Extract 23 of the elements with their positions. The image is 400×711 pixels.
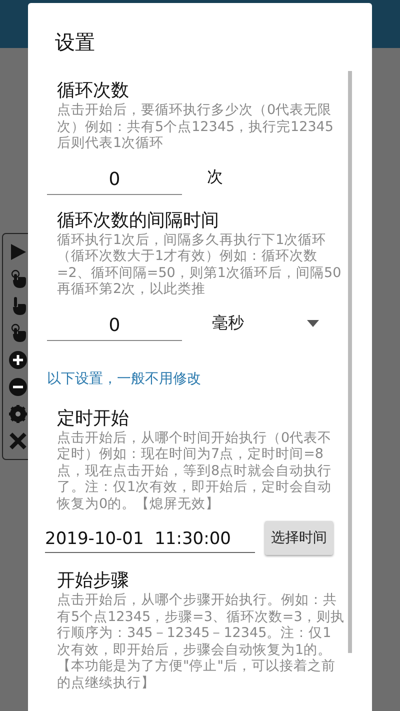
scrollbar[interactable]	[348, 71, 352, 653]
plus-icon[interactable]	[8, 350, 28, 370]
section-description: 循环执行1次后，间隔多久再执行下1次循环（循环次数大于1才有效）例如：循环次数=2、循环间隔=50，则第1次循环后，间隔50再循环第2次，以此类推	[57, 232, 342, 298]
interval-field[interactable]: 0	[47, 306, 182, 340]
caret-icon[interactable]	[307, 320, 319, 327]
section-title: 定时开始	[57, 406, 130, 430]
section-description: 点击开始后，从哪个步骤开始执行。例如：共有5个点12345，步骤=3、循环次数=3，则执行顺序为：345－12345－12345。注：仅1次有效，即开始后，步骤会自动恢复为1的。【本功能是为了方便"停止"后，可以接着之前的点继续执行】	[57, 592, 345, 691]
settings-icon[interactable]	[8, 404, 28, 424]
close-icon[interactable]	[8, 431, 28, 451]
dialog-title: 设置	[54, 29, 96, 56]
count-field[interactable]: 0	[47, 160, 182, 194]
unit-dropdown[interactable]: 毫秒	[212, 313, 292, 334]
unit-label: 次	[207, 167, 223, 188]
section-note: 以下设置，一般不用修改	[47, 370, 202, 388]
time-field[interactable]: 2019-10-01 11:30:00	[45, 523, 255, 553]
minus-icon[interactable]	[8, 377, 28, 397]
select-time-button[interactable]: 选择时间	[265, 521, 333, 555]
section-title: 开始步骤	[57, 569, 130, 592]
section-description: 点击开始后，要循环执行多少次（0代表无限次）例如：共有5个点12345，执行完12345后则代表1次循环	[57, 102, 334, 152]
section-description: 点击开始后，从哪个时间开始执行（0代表不定时）例如：现在时间为7点，定时时间=8点，现在点击开始，等到8点时就会自动执行了。注：仅1次有效，即开始后，定时会自动恢复为0的。【熄屏无效】	[57, 430, 333, 512]
section-title: 循环次数	[57, 79, 130, 102]
section-title: 循环次数的间隔时间	[57, 208, 220, 232]
play-icon[interactable]	[8, 242, 28, 262]
